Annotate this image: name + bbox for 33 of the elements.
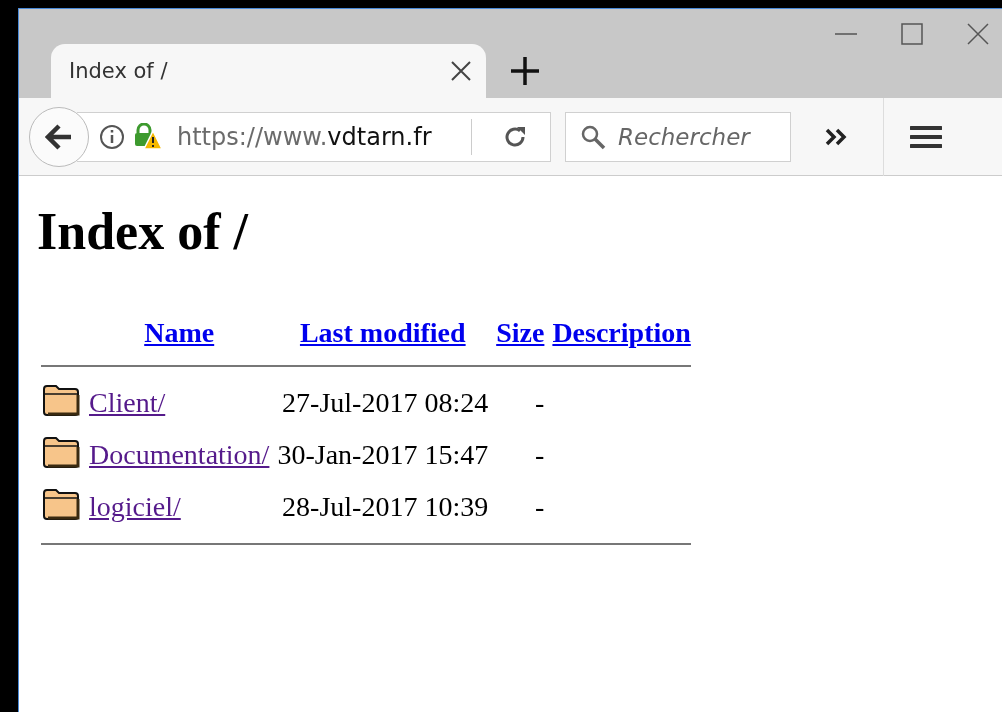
maximize-icon[interactable] <box>901 23 923 45</box>
column-header-link[interactable]: Last modified <box>299 317 466 348</box>
folder-link[interactable]: logiciel/ <box>89 491 181 522</box>
info-icon[interactable] <box>99 123 125 150</box>
column-header-link[interactable]: Name <box>144 317 215 348</box>
close-tab-icon[interactable] <box>450 60 472 82</box>
chevrons-icon[interactable] <box>825 127 847 146</box>
modified-date: 27-Jul-2017 08:24 <box>282 387 489 418</box>
new-tab-icon[interactable] <box>510 56 540 86</box>
lock-warning-icon[interactable] <box>133 122 163 151</box>
folder-icon <box>41 486 81 521</box>
column-header-link[interactable]: Size <box>496 317 545 348</box>
modified-date: 30-Jan-2017 15:47 <box>277 439 489 470</box>
column-header-link[interactable]: Description <box>552 317 691 348</box>
folder-icon <box>41 434 81 469</box>
folder-link[interactable]: Client/ <box>89 387 166 418</box>
folder-icon <box>41 382 81 417</box>
tab-title: Index of / <box>69 59 168 83</box>
search-input[interactable]: Rechercher <box>616 122 770 151</box>
modified-date: 28-Jul-2017 10:39 <box>282 491 489 522</box>
page-heading: Index of / <box>37 202 250 261</box>
close-icon[interactable] <box>967 23 989 45</box>
file-size: - <box>535 387 545 418</box>
file-size: - <box>535 491 545 522</box>
browser-tab[interactable]: Index of / <box>51 44 486 98</box>
folder-link[interactable]: Documentation/ <box>89 439 270 470</box>
file-size: - <box>535 439 545 470</box>
search-icon <box>580 123 606 150</box>
url-text: https://www.vdtarn.fr <box>177 122 432 151</box>
address-bar[interactable]: https://www.vdtarn.fr <box>77 111 551 162</box>
back-arrow-icon[interactable] <box>45 123 73 150</box>
menu-icon[interactable] <box>910 123 942 150</box>
search-box[interactable]: Rechercher <box>565 111 791 162</box>
